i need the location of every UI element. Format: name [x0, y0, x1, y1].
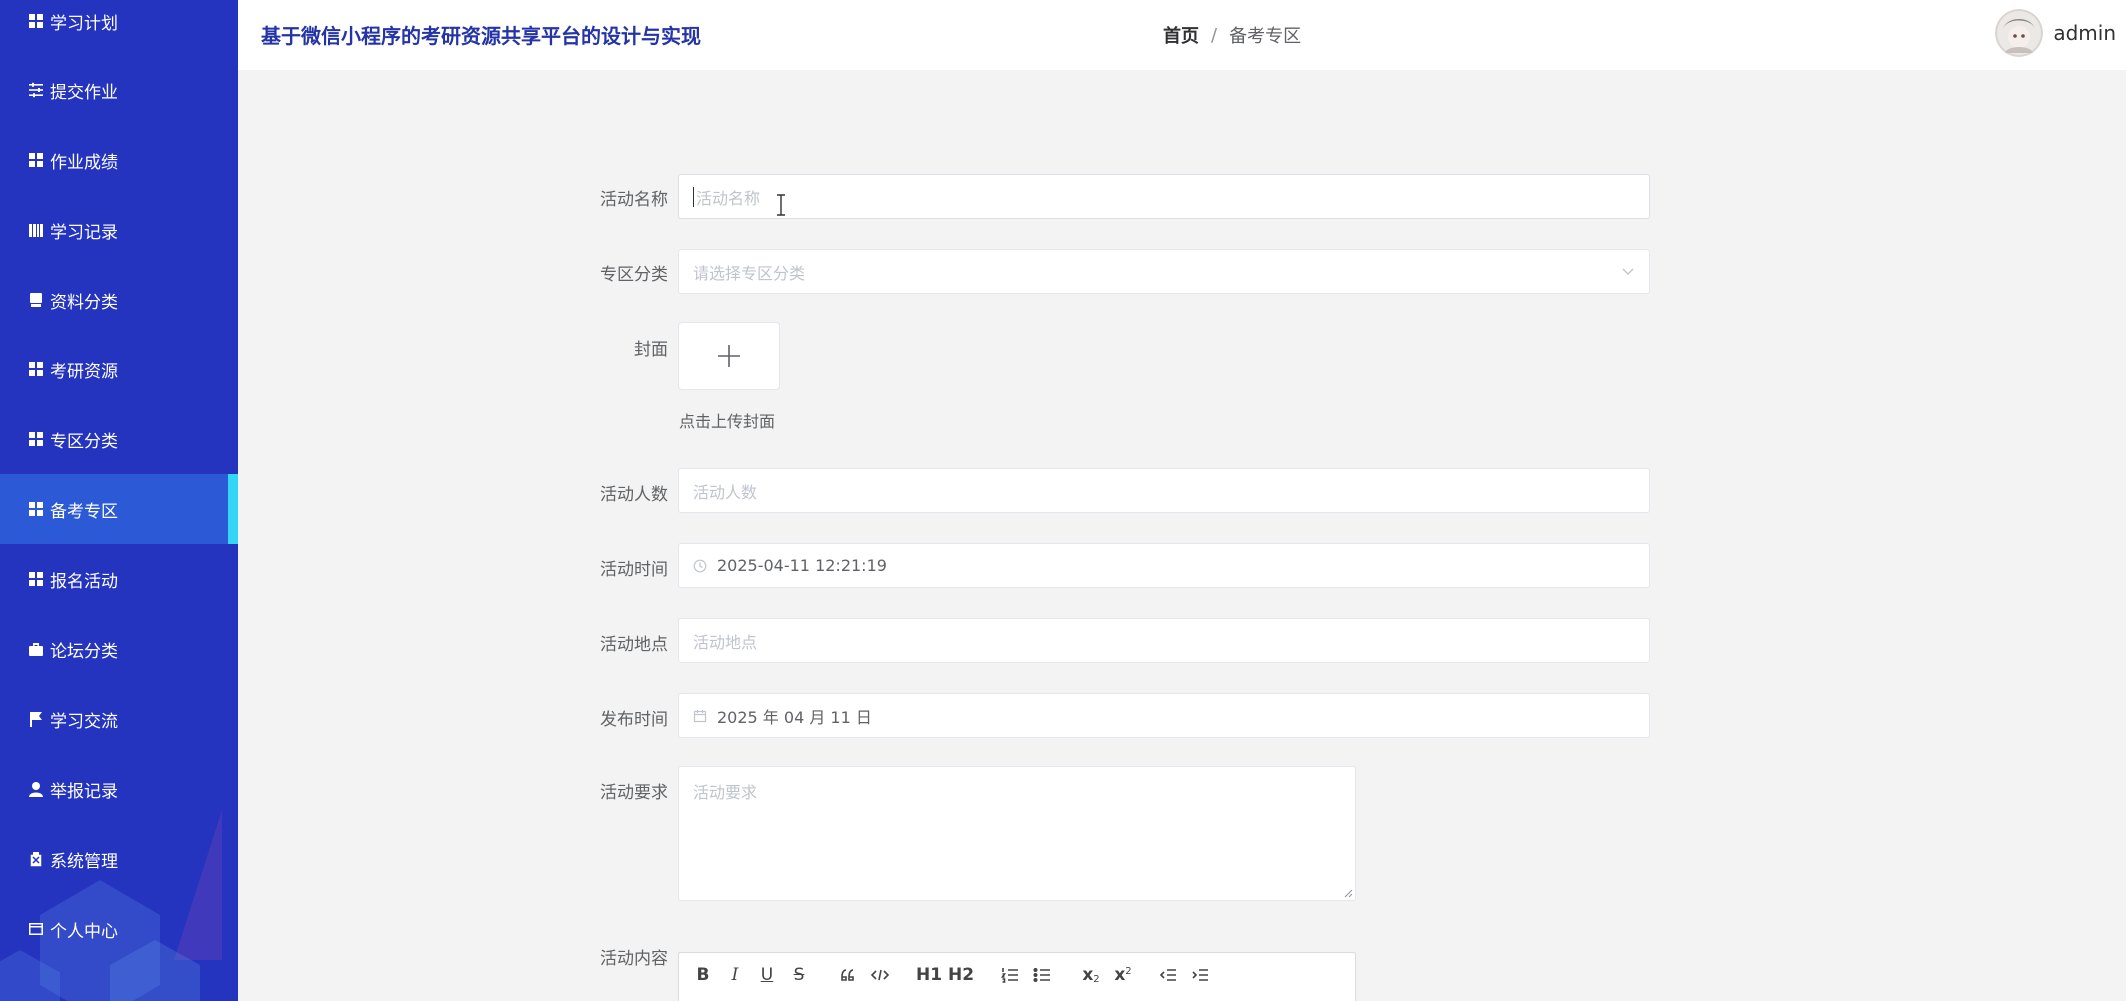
- ibeam-cursor-icon: [777, 194, 785, 216]
- card-icon: [28, 921, 44, 937]
- heading1-button[interactable]: H1: [916, 963, 942, 987]
- strikethrough-button[interactable]: S: [789, 963, 809, 987]
- sidebar-item-study-plan[interactable]: 学习计划: [0, 0, 238, 56]
- sidebar-item-submit-homework[interactable]: 提交作业: [0, 55, 238, 125]
- username: admin: [2053, 21, 2116, 45]
- bold-button[interactable]: B: [693, 963, 713, 987]
- calendar-icon: [693, 709, 707, 723]
- activity-requirement-textarea[interactable]: 活动要求: [678, 766, 1356, 901]
- sidebar-item-label: 作业成绩: [50, 152, 118, 173]
- location-label: 活动地点: [600, 635, 668, 655]
- grid-icon: [28, 571, 44, 587]
- grid-icon: [28, 431, 44, 447]
- sidebar-item-report-record[interactable]: 举报记录: [0, 754, 238, 824]
- avatar[interactable]: [1995, 9, 2044, 57]
- publish-label: 发布时间: [600, 710, 668, 730]
- activity-requirement-placeholder: 活动要求: [693, 783, 758, 802]
- category-label: 专区分类: [600, 265, 668, 285]
- sidebar-item-signup-activity[interactable]: 报名活动: [0, 544, 238, 614]
- user-menu[interactable]: admin: [1995, 9, 2116, 57]
- briefcase-icon: [28, 641, 44, 657]
- sidebar-item-study-exchange[interactable]: 学习交流: [0, 684, 238, 754]
- subscript-button[interactable]: x2: [1079, 963, 1103, 987]
- sidebar-item-exam-prep-zone[interactable]: 备考专区: [0, 474, 238, 544]
- sidebar-item-label: 论坛分类: [50, 641, 118, 662]
- ordered-list-icon[interactable]: [999, 963, 1021, 987]
- sliders-icon: [28, 82, 44, 98]
- superscript-button[interactable]: x2: [1111, 963, 1135, 987]
- monitor-icon: [28, 292, 44, 308]
- cover-label: 封面: [634, 340, 668, 360]
- quote-icon[interactable]: [837, 963, 859, 987]
- underline-button[interactable]: U: [757, 963, 777, 987]
- activity-name-input[interactable]: 活动名称: [678, 174, 1650, 219]
- activity-location-placeholder: 活动地点: [693, 632, 758, 652]
- publish-date-picker[interactable]: 2025 年 04 月 11 日: [678, 693, 1650, 738]
- breadcrumb-home[interactable]: 首页: [1163, 22, 1199, 48]
- sidebar-item-label: 资料分类: [50, 292, 118, 313]
- books-icon: [28, 222, 44, 238]
- sidebar-item-label: 报名活动: [50, 571, 118, 592]
- sidebar-item-forum-category[interactable]: 论坛分类: [0, 614, 238, 684]
- site-title: 基于微信小程序的考研资源共享平台的设计与实现: [261, 24, 701, 48]
- sidebar-item-homework-score[interactable]: 作业成绩: [0, 125, 238, 195]
- activity-time-picker[interactable]: 2025-04-11 12:21:19: [678, 543, 1650, 588]
- top-header: 基于微信小程序的考研资源共享平台的设计与实现 首页 / 备考专区 admin: [238, 0, 2126, 70]
- flag-icon: [28, 711, 44, 727]
- name-label: 活动名称: [600, 190, 668, 210]
- grid-icon: [28, 152, 44, 168]
- requirement-label: 活动要求: [600, 783, 668, 803]
- rich-text-editor[interactable]: B I U S H1 H2 x2 x2: [678, 952, 1356, 1001]
- cover-upload-button[interactable]: [678, 322, 780, 390]
- bullet-list-icon[interactable]: [1031, 963, 1053, 987]
- breadcrumb-current: 备考专区: [1229, 26, 1302, 47]
- indent-icon[interactable]: [1189, 963, 1211, 987]
- content-label: 活动内容: [600, 949, 668, 969]
- sidebar-item-label: 个人中心: [50, 921, 118, 942]
- activity-name-placeholder: 活动名称: [696, 188, 761, 208]
- time-label: 活动时间: [600, 560, 668, 580]
- clipboard-icon: [28, 851, 44, 867]
- activity-location-input[interactable]: 活动地点: [678, 618, 1650, 663]
- activity-people-placeholder: 活动人数: [693, 482, 758, 502]
- sidebar-item-label: 学习计划: [50, 13, 118, 34]
- sidebar-item-label: 提交作业: [50, 82, 118, 103]
- zone-category-select[interactable]: 请选择专区分类: [678, 249, 1650, 294]
- sidebar-item-zone-category[interactable]: 专区分类: [0, 404, 238, 474]
- sidebar-item-label: 学习记录: [50, 222, 118, 243]
- sidebar-item-label: 考研资源: [50, 361, 118, 382]
- sidebar-item-system-management[interactable]: 系统管理: [0, 824, 238, 894]
- plus-icon: [718, 345, 740, 367]
- resize-handle-icon[interactable]: [1343, 888, 1353, 898]
- activity-people-input[interactable]: 活动人数: [678, 468, 1650, 513]
- activity-time-value: 2025-04-11 12:21:19: [717, 556, 887, 575]
- sidebar-item-study-record[interactable]: 学习记录: [0, 195, 238, 265]
- text-caret: [693, 186, 694, 207]
- chevron-down-icon: [1622, 268, 1634, 275]
- outdent-icon[interactable]: [1157, 963, 1179, 987]
- clock-icon: [693, 559, 707, 573]
- sidebar-item-label: 专区分类: [50, 431, 118, 452]
- grid-icon: [28, 361, 44, 377]
- sidebar-item-exam-resources[interactable]: 考研资源: [0, 334, 238, 404]
- grid-icon: [28, 501, 44, 517]
- sidebar-item-material-category[interactable]: 资料分类: [0, 265, 238, 335]
- sidebar-item-label: 系统管理: [50, 851, 118, 872]
- sidebar-item-label: 举报记录: [50, 781, 118, 802]
- grid-icon: [28, 13, 44, 29]
- cover-upload-tip: 点击上传封面: [679, 412, 776, 431]
- sidebar: 学习计划 提交作业 作业成绩 学习记录 资料分类 考研资源 专区分类 备考专区 …: [0, 0, 238, 1001]
- sidebar-item-label: 学习交流: [50, 711, 118, 732]
- user-icon: [28, 781, 44, 797]
- zone-category-placeholder: 请选择专区分类: [693, 263, 806, 283]
- italic-button[interactable]: I: [725, 963, 745, 987]
- heading2-button[interactable]: H2: [948, 963, 974, 987]
- publish-date-value: 2025 年 04 月 11 日: [717, 707, 872, 727]
- breadcrumb: 首页 / 备考专区: [1163, 22, 1301, 48]
- breadcrumb-separator: /: [1211, 24, 1218, 46]
- code-icon[interactable]: [869, 963, 891, 987]
- sidebar-item-personal-center[interactable]: 个人中心: [0, 894, 238, 964]
- people-label: 活动人数: [600, 485, 668, 505]
- sidebar-item-label: 备考专区: [50, 501, 118, 522]
